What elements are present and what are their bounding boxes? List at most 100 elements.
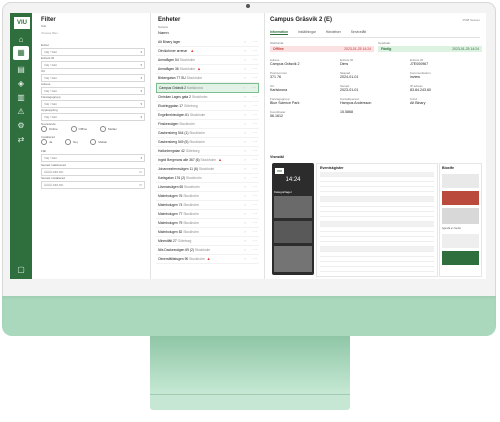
grid-icon[interactable]: ▦: [13, 46, 29, 60]
more-icon[interactable]: ···: [253, 192, 257, 200]
tab-settings[interactable]: Inställningar: [298, 30, 316, 34]
list-item[interactable]: Malmbolugen 77 Stockholm ↗ ···: [156, 210, 259, 219]
list-item[interactable]: Lövmasvägen 65 Stockholm ↗ ···: [156, 183, 259, 192]
link-icon[interactable]: ↗: [243, 93, 246, 101]
list-item[interactable]: Olmersfälltstugen 90 Stockholm ▲ ↗ ···: [156, 255, 259, 264]
more-icon[interactable]: ···: [253, 246, 257, 254]
more-icon[interactable]: ···: [253, 237, 257, 245]
list-item[interactable]: Finskesvägen Stockholm ↗ ···: [156, 120, 259, 129]
link-icon[interactable]: ↗: [243, 246, 246, 254]
settings-icon[interactable]: ⚙: [16, 121, 26, 131]
more-icon[interactable]: ···: [253, 120, 257, 128]
more-icon[interactable]: ···: [253, 38, 257, 46]
more-icon[interactable]: ···: [253, 111, 257, 119]
list-item[interactable]: Birkengatan 77 SU Stockholm ↗ ···: [156, 74, 259, 83]
more-icon[interactable]: ···: [253, 56, 257, 64]
link-icon[interactable]: ↗: [242, 84, 245, 92]
list-item[interactable]: Ekotringgatan 17 Göteborg ↗ ···: [156, 102, 259, 111]
connection-select[interactable]: Välj / Sätt ▾: [41, 113, 145, 121]
unit-select[interactable]: Välj / Sätt ▾: [41, 48, 145, 56]
installed-yes-radio[interactable]: Ja: [41, 139, 52, 145]
link-icon[interactable]: ↗: [243, 129, 246, 137]
link-icon[interactable]: ↗: [243, 147, 246, 155]
status-middle-radio[interactable]: Mellan: [99, 126, 117, 132]
more-icon[interactable]: ···: [253, 255, 257, 263]
link-icon[interactable]: ↗: [243, 201, 246, 209]
more-icon[interactable]: ···: [253, 228, 257, 236]
more-icon[interactable]: ···: [253, 102, 257, 110]
link-icon[interactable]: ↗: [243, 56, 246, 64]
more-icon[interactable]: ···: [253, 210, 257, 218]
link-icon[interactable]: ↗: [243, 237, 246, 245]
list-item[interactable]: Karlsgatan 176 (2) Stockholm ↗ ···: [156, 174, 259, 183]
alert-icon[interactable]: ⚠: [16, 107, 26, 117]
chart-icon[interactable]: ▥: [16, 93, 26, 103]
field-select[interactable]: Välj / Sätt ▾: [41, 154, 145, 162]
list-item[interactable]: Olrvikofoner arrenar ▲ ↗ ···: [156, 47, 259, 56]
list-item[interactable]: Campus Gräsvik 2 Karlskrona ↗ ···: [156, 83, 259, 93]
home-icon[interactable]: ⌂: [16, 35, 26, 45]
more-icon[interactable]: ···: [252, 84, 256, 92]
list-item[interactable]: Nils Dackesvägen 69 (2) Stockholm ↗ ···: [156, 246, 259, 255]
link-icon[interactable]: ↗: [243, 120, 246, 128]
city-select[interactable]: Välj / Sätt ▾: [41, 74, 145, 82]
map-icon[interactable]: ◈: [16, 79, 26, 89]
app-logo[interactable]: VIU: [13, 16, 31, 30]
list-item[interactable]: Malmbolugen 74 Stockholm ↗ ···: [156, 201, 259, 210]
link-icon[interactable]: ↗: [243, 228, 246, 236]
more-icon[interactable]: ···: [253, 156, 257, 164]
list-item[interactable]: Malmbolugen 79 Stockholm ↗ ···: [156, 219, 259, 228]
more-icon[interactable]: ···: [253, 47, 257, 55]
installed-middle-radio[interactable]: Mellan: [90, 139, 107, 145]
more-icon[interactable]: ···: [253, 174, 257, 182]
more-icon[interactable]: ···: [253, 147, 257, 155]
link-icon[interactable]: ↗: [243, 102, 246, 110]
list-item[interactable]: Armatågen 36 Stockholm ▲ ↗ ···: [156, 65, 259, 74]
swap-icon[interactable]: ⇄: [16, 135, 26, 145]
more-icon[interactable]: ···: [253, 74, 257, 82]
link-icon[interactable]: ↗: [243, 219, 246, 227]
link-icon[interactable]: ↗: [243, 210, 246, 218]
list-item[interactable]: Johannesfrensvägen 11 (6) Stockholm ↗ ···: [156, 165, 259, 174]
more-icon[interactable]: ···: [253, 65, 257, 73]
link-icon[interactable]: ↗: [243, 138, 246, 146]
link-icon[interactable]: ↗: [243, 174, 246, 182]
list-item[interactable]: Engelbrektsvägen 61 Stockholm ↗ ···: [156, 111, 259, 120]
status-offline-radio[interactable]: Offline: [70, 126, 87, 132]
list-item[interactable]: Hallonbergstan 42 Göteborg ↗ ···: [156, 147, 259, 156]
more-icon[interactable]: ···: [253, 201, 257, 209]
more-icon[interactable]: ···: [253, 165, 257, 173]
list-item[interactable]: Minestfält 27 Göteborg ↗ ···: [156, 237, 259, 246]
more-icon[interactable]: ···: [253, 93, 257, 101]
list-item[interactable]: Malmbolugen 76 Stockholm ↗ ···: [156, 192, 259, 201]
list-item[interactable]: Christian Lagns gata 2 Stockholm ↗ ···: [156, 93, 259, 102]
link-icon[interactable]: ↗: [243, 47, 246, 55]
tab-information[interactable]: Information: [270, 30, 289, 35]
list-item[interactable]: Gasbersberg 544 (1) Stockholm ↗ ···: [156, 129, 259, 138]
link-icon[interactable]: ↗: [243, 156, 246, 164]
info-icon[interactable]: ▢: [16, 265, 26, 275]
saved-filter-select[interactable]: Choose filter: [41, 31, 58, 35]
company-select[interactable]: Välj / Sätt ▾: [41, 100, 145, 108]
installed-no-radio[interactable]: Nej: [65, 139, 78, 145]
top-right-label[interactable]: 2598 Sessen: [462, 18, 480, 22]
sort-select[interactable]: Namn: [158, 30, 169, 35]
unit-id-select[interactable]: Välj / Sätt ▾: [41, 61, 145, 69]
link-icon[interactable]: ↗: [243, 38, 246, 46]
link-icon[interactable]: ↗: [243, 74, 246, 82]
more-icon[interactable]: ···: [253, 183, 257, 191]
link-icon[interactable]: ↗: [243, 183, 246, 191]
date-to-input[interactable]: ÅÅÅÅ-MM-DD ▭: [41, 181, 145, 189]
link-icon[interactable]: ↗: [243, 165, 246, 173]
date-from-input[interactable]: ÅÅÅÅ-MM-DD ▭: [41, 168, 145, 176]
more-icon[interactable]: ···: [253, 138, 257, 146]
list-item[interactable]: Armatågen 54 Stockholm ↗ ···: [156, 56, 259, 65]
tab-events[interactable]: Händelser: [326, 30, 341, 34]
more-icon[interactable]: ···: [253, 129, 257, 137]
link-icon[interactable]: ↗: [243, 192, 246, 200]
link-icon[interactable]: ↗: [243, 65, 246, 73]
list-item[interactable]: Malmbolugen 82 Stockholm ↗ ···: [156, 228, 259, 237]
address-select[interactable]: Välj / Sätt ▾: [41, 87, 145, 95]
link-icon[interactable]: ↗: [243, 111, 246, 119]
link-icon[interactable]: ↗: [243, 255, 246, 263]
